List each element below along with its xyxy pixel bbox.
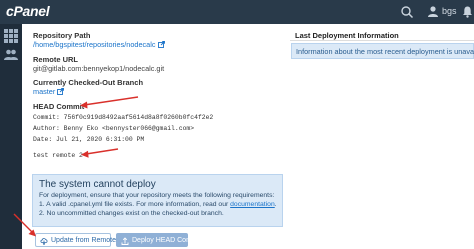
cpanel-logo[interactable]: cPanel — [6, 3, 50, 19]
remote-url-label: Remote URL — [33, 55, 79, 64]
deploy-warning-alert: The system cannot deploy For deployment,… — [32, 174, 283, 227]
user-icon[interactable] — [427, 5, 439, 17]
deploy-head-commit-button[interactable]: Deploy HEAD Commit — [116, 233, 201, 247]
upload-icon — [121, 237, 129, 245]
deployment-info-alert: Information about the most recent deploy… — [291, 43, 474, 59]
branch-link[interactable]: master — [33, 87, 65, 96]
update-button-label: Update from Remote — [51, 236, 116, 244]
branch-label: Currently Checked-Out Branch — [33, 78, 144, 87]
commit-date-line: Date: Jul 21, 2020 6:31:00 PM — [33, 136, 145, 143]
commit-author-line: Author: Benny Eko <bennyster066@gmail.co… — [33, 125, 195, 132]
external-link-icon[interactable] — [157, 41, 165, 48]
divider — [290, 40, 474, 41]
search-icon[interactable] — [400, 5, 414, 19]
grid-icon[interactable] — [3, 28, 19, 44]
documentation-link[interactable]: documentation — [230, 201, 275, 208]
deployment-info-text: Information about the most recent deploy… — [296, 47, 474, 56]
warning-title: The system cannot deploy — [39, 179, 156, 190]
cloud-download-icon — [40, 238, 48, 245]
annotation-arrow-head-commit — [80, 96, 139, 109]
commit-hash-line: Commit: 756f0c919d8492aaf5614d8a8f0260b0… — [33, 114, 214, 121]
last-deployment-title: Last Deployment Information — [295, 31, 399, 40]
users-icon[interactable] — [3, 47, 19, 63]
update-from-remote-button[interactable]: Update from Remote — [35, 233, 116, 247]
repository-path-link[interactable]: /home/bgspitest/repositories/nodecalc — [33, 40, 165, 49]
external-link-icon[interactable] — [57, 88, 65, 95]
requirement-item: 2. No uncommitted changes exist on the c… — [39, 210, 224, 217]
deploy-button-label: Deploy HEAD Commit — [132, 236, 202, 244]
repository-path-label: Repository Path — [33, 31, 91, 40]
top-bar: cPanel bgs — [0, 0, 474, 24]
remote-url-value: git@gitlab.com:bennyekop1/nodecalc.git — [33, 64, 165, 73]
head-commit-label: HEAD Commit — [33, 102, 85, 111]
warning-intro: For deployment, ensure that your reposit… — [39, 192, 275, 199]
requirement-item: 1. A valid .cpanel.yml file exists. For … — [39, 201, 277, 208]
annotation-arrow-commit-message — [81, 148, 119, 158]
username-label[interactable]: bgs — [442, 6, 457, 16]
bell-icon[interactable] — [462, 5, 473, 18]
sidebar — [0, 24, 22, 249]
commit-message-line: test remote 2 — [33, 152, 83, 159]
